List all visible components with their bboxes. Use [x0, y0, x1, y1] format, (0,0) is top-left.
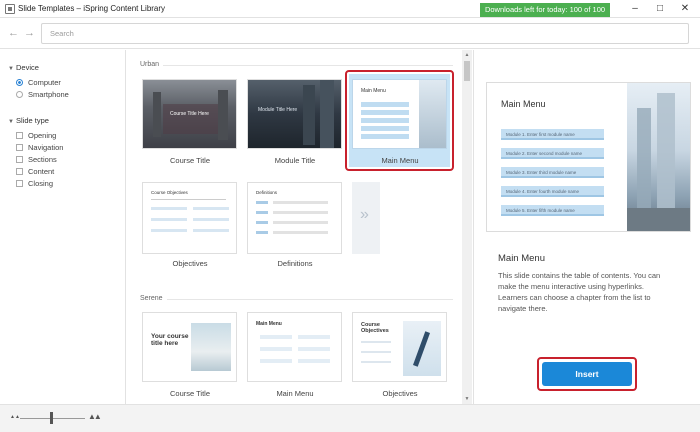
- template-label: Module Title: [274, 156, 316, 165]
- slide-type-sections[interactable]: Sections: [16, 155, 57, 164]
- forward-arrow-icon[interactable]: →: [24, 27, 35, 39]
- city-photo: [419, 80, 446, 148]
- checkbox-icon: [16, 168, 23, 175]
- slide-type-navigation[interactable]: Navigation: [16, 143, 63, 152]
- scrollbar-thumb[interactable]: [464, 61, 470, 81]
- template-thumb-serene-objectives[interactable]: Course Objectives: [352, 312, 447, 382]
- preview-description: This slide contains the table of content…: [498, 271, 661, 313]
- template-label: Definitions: [277, 259, 313, 268]
- window-title: Slide Templates – iSpring Content Librar…: [18, 4, 166, 13]
- preview-slide-title: Main Menu: [501, 99, 546, 109]
- double-chevron-right-icon: »: [360, 206, 369, 223]
- city-photo: Module Title Here: [248, 80, 341, 148]
- zoom-out-icon[interactable]: ▲▲: [10, 414, 20, 420]
- template-label: Main Menu: [276, 389, 314, 398]
- preview-module-item: Module 1. Enter first module name: [506, 132, 575, 137]
- zoom-slider-handle[interactable]: [50, 412, 53, 424]
- section-label-serene: Serene: [140, 295, 163, 302]
- template-thumb-module-title[interactable]: Module Title Here: [247, 79, 342, 149]
- slide-preview: Main Menu Module 1. Enter first module n…: [486, 82, 691, 232]
- preview-template-name: Main Menu: [498, 253, 545, 264]
- slide-type-group-toggle[interactable]: ▼ Slide type: [8, 116, 49, 125]
- app-icon: [5, 4, 15, 14]
- preview-module-item: Module 4. Enter fourth module name: [506, 189, 580, 194]
- radio-icon: [16, 91, 23, 98]
- section-divider: [167, 299, 453, 300]
- chevron-down-icon: ▼: [8, 66, 14, 72]
- scroll-up-icon[interactable]: ▲: [463, 52, 471, 58]
- insert-button[interactable]: Insert: [542, 362, 632, 386]
- city-photo: [627, 83, 690, 231]
- gallery-scrollbar[interactable]: [462, 50, 472, 404]
- yoga-photo: [403, 321, 441, 376]
- title-bar: Slide Templates – iSpring Content Librar…: [0, 0, 700, 18]
- template-thumb-objectives[interactable]: Course Objectives: [142, 182, 237, 254]
- checkbox-icon: [16, 132, 23, 139]
- template-thumb-course-title[interactable]: Course Title Here: [142, 79, 237, 149]
- template-label: Main Menu: [381, 156, 419, 165]
- template-thumb-serene-main-menu[interactable]: Main Menu: [247, 312, 342, 382]
- minimize-icon[interactable]: –: [625, 2, 645, 16]
- device-option-smartphone[interactable]: Smartphone: [16, 90, 69, 99]
- thumb-title: Course Objectives: [151, 190, 188, 195]
- template-thumb-main-menu[interactable]: Main Menu: [352, 79, 447, 149]
- search-input[interactable]: [41, 23, 689, 44]
- device-group-toggle[interactable]: ▼ Device: [8, 63, 39, 72]
- checkbox-icon: [16, 156, 23, 163]
- more-templates-button[interactable]: »: [352, 182, 380, 254]
- template-label: Objectives: [382, 389, 418, 398]
- chevron-down-icon: ▼: [8, 119, 14, 125]
- template-gallery: Urban Course Title Here Course Title Mod…: [127, 50, 462, 404]
- toolbar: ← →: [0, 19, 700, 49]
- thumb-title: Definitions: [256, 190, 278, 195]
- thumb-title: Module Title Here: [258, 107, 298, 113]
- preview-module-item: Module 3. Enter third module name: [506, 170, 577, 175]
- slide-type-content[interactable]: Content: [16, 167, 54, 176]
- thumb-title: Main Menu: [256, 321, 282, 327]
- template-thumb-serene-course-title[interactable]: Your course title here: [142, 312, 237, 382]
- preview-panel: Main Menu Module 1. Enter first module n…: [473, 50, 700, 404]
- maximize-icon[interactable]: □: [650, 2, 670, 16]
- city-photo: Course Title Here: [143, 80, 236, 148]
- section-divider: [163, 65, 453, 66]
- back-arrow-icon[interactable]: ←: [8, 27, 19, 39]
- slide-type-group-label: Slide type: [16, 116, 49, 125]
- checkbox-icon: [16, 180, 23, 187]
- thumb-title: Your course title here: [151, 333, 189, 347]
- preview-module-item: Module 2. Enter second module name: [506, 151, 583, 156]
- slide-type-closing[interactable]: Closing: [16, 179, 53, 188]
- slide-type-opening[interactable]: Opening: [16, 131, 56, 140]
- thumb-title: Course Title Here: [170, 111, 209, 117]
- radio-selected-icon: [16, 79, 23, 86]
- section-label-urban: Urban: [140, 61, 160, 68]
- device-group-label: Device: [16, 63, 39, 72]
- template-label: Objectives: [172, 259, 208, 268]
- close-icon[interactable]: ✕: [675, 2, 695, 16]
- template-label: Course Title: [169, 389, 211, 398]
- checkbox-icon: [16, 144, 23, 151]
- zoom-in-icon[interactable]: ▲▲: [88, 412, 102, 421]
- downloads-badge: Downloads left for today: 100 of 100: [480, 3, 610, 17]
- landscape-photo: [191, 323, 231, 371]
- device-option-computer[interactable]: Computer: [16, 78, 61, 87]
- template-thumb-definitions[interactable]: Definitions: [247, 182, 342, 254]
- thumb-title: Main Menu: [361, 88, 386, 94]
- scroll-down-icon[interactable]: ▼: [463, 396, 471, 402]
- zoom-bar: ▲▲ ▲▲: [0, 404, 700, 432]
- filter-sidebar: ▼ Device Computer Smartphone ▼ Slide type …: [0, 50, 126, 404]
- template-label: Course Title: [169, 156, 211, 165]
- thumb-title: Course Objectives: [361, 322, 389, 334]
- preview-module-item: Module 5. Enter fifth module name: [506, 208, 575, 213]
